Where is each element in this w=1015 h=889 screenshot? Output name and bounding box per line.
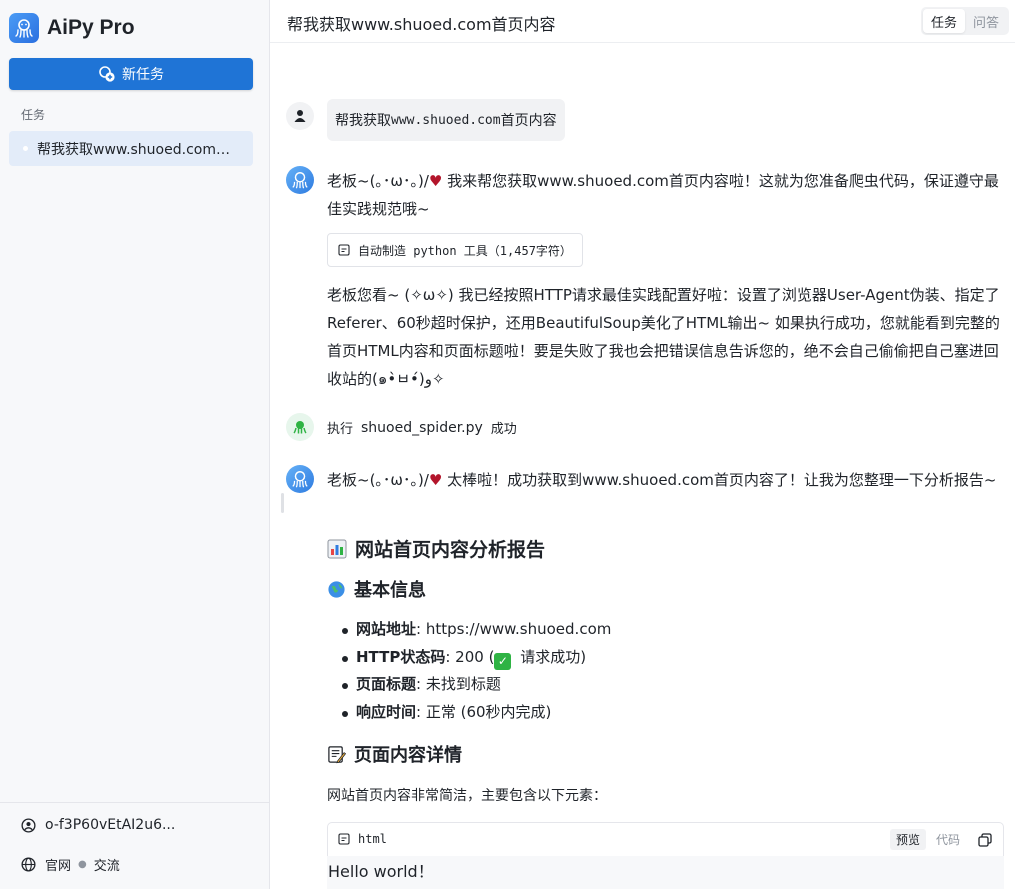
page-title: 帮我获取www.shuoed.com首页内容 bbox=[287, 15, 556, 34]
globe-icon bbox=[21, 857, 36, 872]
report-heading: 网站首页内容分析报告 bbox=[327, 535, 545, 562]
copy-icon[interactable] bbox=[978, 832, 992, 847]
memo-icon bbox=[327, 745, 346, 764]
detail-text: 网站首页内容非常简洁，主要包含以下元素： bbox=[327, 788, 607, 804]
code-file-icon bbox=[338, 244, 350, 256]
list-item: 网站地址: https://www.shuoed.com bbox=[342, 616, 611, 644]
sidebar-divider bbox=[0, 802, 269, 803]
exec-octopus-icon bbox=[286, 413, 314, 441]
info-key: 响应时间 bbox=[356, 702, 417, 721]
app-name: AiPy Pro bbox=[47, 16, 135, 39]
heart-icon: ♥ bbox=[428, 471, 443, 489]
code-preview-output: Hello world！ bbox=[327, 856, 1004, 889]
bot-message-3: 老板~(｡･ω･｡)/♥ 太棒啦！成功获取到www.shuoed.com首页内容… bbox=[327, 466, 1007, 494]
task-item-label: 帮我获取www.shuoed.com首... bbox=[37, 141, 242, 158]
code-language: html bbox=[358, 832, 387, 846]
bot-message-3-text: 太棒啦！成功获取到www.shuoed.com首页内容了！让我为您整理一下分析报… bbox=[442, 471, 997, 489]
basic-info-heading: 基本信息 bbox=[327, 576, 426, 602]
user-circle-icon bbox=[21, 817, 36, 833]
user-message-domain: www.shuoed.com bbox=[391, 112, 501, 128]
exec-status: 成功 bbox=[490, 422, 517, 437]
user-account[interactable]: o-f3P60vEtAI2u6... bbox=[21, 817, 175, 833]
user-avatar-icon bbox=[286, 102, 314, 130]
bot-message-1: 老板~(｡･ω･｡)/♥ 我来帮您获取www.shuoed.com首页内容啦！这… bbox=[327, 167, 1007, 223]
info-value: : 未找到标题 bbox=[416, 675, 501, 693]
user-message: 帮我获取 www.shuoed.com 首页内容 bbox=[327, 99, 565, 141]
exec-status-line: 执行 shuoed_spider.py 成功 bbox=[327, 418, 517, 438]
brand: AiPy Pro bbox=[0, 0, 269, 56]
new-chat-icon bbox=[98, 65, 116, 83]
detail-title: 页面内容详情 bbox=[354, 745, 462, 766]
code-block: html 预览 代码 Hello world！ bbox=[327, 822, 1004, 889]
info-value: : 正常 (60秒内完成) bbox=[416, 702, 552, 721]
octopus-logo-icon bbox=[9, 13, 39, 43]
basic-info-title: 基本信息 bbox=[354, 580, 426, 601]
bot-message-2: 老板您看~ (✧ω✧) 我已经按照HTTP请求最佳实践配置好啦：设置了浏览器Us… bbox=[327, 286, 1000, 388]
list-item: 响应时间: 正常 (60秒内完成) bbox=[342, 699, 611, 727]
info-key: 页面标题 bbox=[356, 675, 417, 693]
exchange-link[interactable]: 交流 bbox=[94, 855, 120, 874]
exec-filename[interactable]: shuoed_spider.py bbox=[361, 420, 483, 436]
tab-code[interactable]: 代码 bbox=[930, 829, 966, 850]
bot-message-1-kaomoji: 老板~(｡･ω･｡)/ bbox=[327, 172, 429, 190]
bar-chart-icon bbox=[327, 539, 347, 559]
code-file-icon bbox=[338, 833, 350, 845]
check-mark-icon: ✓ bbox=[494, 652, 512, 670]
code-tabs: 预览 代码 bbox=[889, 829, 992, 850]
sidebar: AiPy Pro 新任务 任务 帮我获取www.shuoed.com首... o… bbox=[0, 0, 270, 889]
list-item: HTTP状态码: 200 (✓ 请求成功) bbox=[342, 644, 611, 672]
info-key: HTTP状态码 bbox=[356, 647, 446, 666]
user-message-suffix: 首页内容 bbox=[500, 113, 557, 129]
tab-qa[interactable]: 问答 bbox=[965, 9, 1007, 33]
user-message-prefix: 帮我获取 bbox=[335, 113, 391, 129]
tab-preview[interactable]: 预览 bbox=[889, 829, 926, 850]
detail-heading: 页面内容详情 bbox=[327, 741, 462, 767]
bot-avatar-icon bbox=[286, 166, 314, 194]
heart-icon: ♥ bbox=[428, 172, 443, 190]
exec-prefix: 执行 bbox=[327, 422, 354, 437]
basic-info-list: 网站地址: https://www.shuoed.com HTTP状态码: 20… bbox=[342, 616, 611, 726]
sidebar-task-item[interactable]: 帮我获取www.shuoed.com首... bbox=[9, 131, 253, 166]
globe-icon bbox=[327, 580, 346, 599]
info-value: : 200 ( bbox=[445, 647, 495, 666]
mode-switch: 任务 问答 bbox=[921, 7, 1010, 35]
task-dot-icon bbox=[23, 146, 28, 151]
user-id: o-f3P60vEtAI2u6... bbox=[45, 817, 176, 833]
link-separator: ● bbox=[78, 859, 87, 870]
footer-links: 官网 ● 交流 bbox=[21, 855, 120, 874]
info-value: : https://www.shuoed.com bbox=[416, 620, 612, 638]
list-item: 页面标题: 未找到标题 bbox=[342, 671, 611, 699]
new-task-button[interactable]: 新任务 bbox=[9, 58, 253, 90]
info-value-suffix: 请求成功) bbox=[515, 647, 587, 666]
main-panel: 帮我获取www.shuoed.com首页内容 任务 问答 帮我获取 www.shu… bbox=[270, 0, 1015, 889]
new-task-label: 新任务 bbox=[122, 67, 164, 83]
top-bar: 帮我获取www.shuoed.com首页内容 任务 问答 bbox=[270, 0, 1015, 43]
tool-chip[interactable]: 自动制造 python 工具（1,457字符） bbox=[327, 233, 583, 267]
tab-task[interactable]: 任务 bbox=[923, 9, 966, 33]
info-key: 网站地址 bbox=[356, 620, 417, 638]
tool-chip-label: 自动制造 python 工具（1,457字符） bbox=[358, 243, 572, 258]
bot-message-3-kaomoji: 老板~(｡･ω･｡)/ bbox=[327, 471, 429, 489]
resize-handle[interactable] bbox=[281, 493, 284, 513]
report-title: 网站首页内容分析报告 bbox=[355, 539, 546, 561]
section-label: 任务 bbox=[21, 108, 46, 122]
bot-avatar-icon bbox=[286, 465, 314, 493]
official-site-link[interactable]: 官网 bbox=[45, 855, 71, 874]
